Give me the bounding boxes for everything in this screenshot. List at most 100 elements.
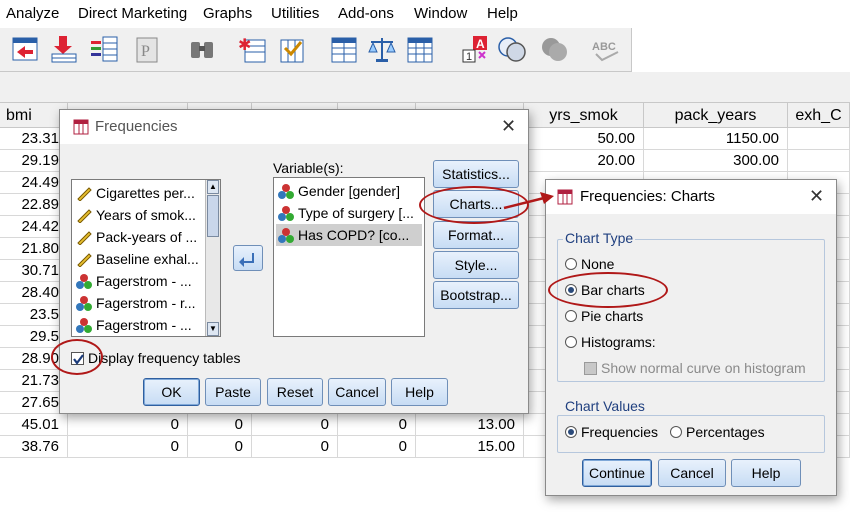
- table-cell[interactable]: 23.5: [0, 304, 68, 326]
- radio-icon: [565, 258, 577, 270]
- table-cell[interactable]: 24.42: [0, 216, 68, 238]
- table-cell[interactable]: 0: [338, 414, 416, 436]
- table-cell[interactable]: 50.00: [524, 128, 644, 150]
- table-cell[interactable]: 28.40: [0, 282, 68, 304]
- help-button[interactable]: Help: [391, 378, 448, 406]
- menu-direct-marketing[interactable]: Direct Marketing: [78, 5, 187, 22]
- table-cell[interactable]: 29.19: [0, 150, 68, 172]
- show-all-variables-icon[interactable]: [538, 33, 570, 65]
- table-cell[interactable]: 21.73: [0, 370, 68, 392]
- table-cell[interactable]: 0: [68, 414, 188, 436]
- value-labels-icon[interactable]: A1: [460, 33, 492, 65]
- column-header[interactable]: yrs_smok: [524, 102, 644, 128]
- table-cell[interactable]: 20.00: [524, 150, 644, 172]
- column-header[interactable]: bmi: [0, 102, 68, 128]
- style-button[interactable]: Style...: [433, 251, 519, 279]
- list-item-selected[interactable]: Has COPD? [co...: [276, 224, 422, 246]
- table-cell[interactable]: [788, 128, 850, 150]
- close-icon[interactable]: ✕: [809, 186, 824, 207]
- list-item[interactable]: Type of surgery [...: [278, 202, 420, 224]
- help-button[interactable]: Help: [731, 459, 801, 487]
- source-variable-list[interactable]: Cigarettes per... Years of smok... Pack-…: [71, 179, 221, 337]
- list-item[interactable]: Fagerstrom - ...: [76, 270, 192, 292]
- variables-icon[interactable]: [88, 33, 120, 65]
- table-cell[interactable]: 1150.00: [644, 128, 788, 150]
- table-cell[interactable]: 13.00: [416, 414, 524, 436]
- table-cell[interactable]: 15.00: [416, 436, 524, 458]
- scroll-up-icon[interactable]: ▲: [207, 180, 219, 194]
- spelling-icon[interactable]: ABC: [590, 33, 622, 65]
- bootstrap-button[interactable]: Bootstrap...: [433, 281, 519, 309]
- table-cell[interactable]: 30.71: [0, 260, 68, 282]
- format-button[interactable]: Format...: [433, 221, 519, 249]
- table-cell[interactable]: 21.80: [0, 238, 68, 260]
- table-cell[interactable]: 0: [338, 436, 416, 458]
- insert-cases-icon[interactable]: ✱: [236, 33, 268, 65]
- normal-curve-checkbox[interactable]: Show normal curve on histogram: [584, 360, 806, 376]
- run-descriptives-icon[interactable]: P: [130, 33, 162, 65]
- goto-variable-icon[interactable]: [48, 33, 80, 65]
- selected-variable-list[interactable]: Gender [gender] Type of surgery [... Has…: [273, 177, 425, 337]
- continue-button[interactable]: Continue: [582, 459, 652, 487]
- menu-window[interactable]: Window: [414, 5, 467, 22]
- scroll-thumb[interactable]: [207, 195, 219, 237]
- cancel-button[interactable]: Cancel: [658, 459, 726, 487]
- list-item[interactable]: Baseline exhal...: [76, 248, 199, 270]
- radio-none[interactable]: None: [565, 256, 614, 272]
- select-cases-icon[interactable]: [404, 33, 436, 65]
- table-cell[interactable]: 0: [188, 436, 252, 458]
- table-cell[interactable]: 38.76: [0, 436, 68, 458]
- frequencies-dialog: Frequencies ✕ Cigarettes per... Years of…: [59, 109, 529, 414]
- list-item[interactable]: Fagerstrom - ...: [76, 314, 192, 336]
- column-header[interactable]: pack_years: [644, 102, 788, 128]
- table-cell[interactable]: 45.01: [0, 414, 68, 436]
- cancel-button[interactable]: Cancel: [328, 378, 386, 406]
- radio-pie-charts[interactable]: Pie charts: [565, 308, 643, 324]
- table-cell[interactable]: 0: [68, 436, 188, 458]
- table-cell[interactable]: 27.65: [0, 392, 68, 414]
- list-item[interactable]: Pack-years of ...: [76, 226, 197, 248]
- reset-button[interactable]: Reset: [267, 378, 323, 406]
- menu-help[interactable]: Help: [487, 5, 518, 22]
- table-cell[interactable]: 23.31: [0, 128, 68, 150]
- ok-button[interactable]: OK: [143, 378, 200, 406]
- table-cell[interactable]: 0: [252, 414, 338, 436]
- move-variable-button[interactable]: [233, 245, 263, 271]
- close-icon[interactable]: ✕: [501, 116, 516, 137]
- statistics-button[interactable]: Statistics...: [433, 160, 519, 188]
- toolbar-spacer: [0, 72, 850, 102]
- list-item[interactable]: Years of smok...: [76, 204, 196, 226]
- dialog-title: Frequencies: Charts: [580, 188, 716, 205]
- list-item[interactable]: Cigarettes per...: [76, 182, 195, 204]
- menu-analyze[interactable]: Analyze: [6, 5, 59, 22]
- insert-variable-icon[interactable]: [276, 33, 308, 65]
- radio-percentages[interactable]: Percentages: [670, 424, 765, 440]
- goto-case-icon[interactable]: [10, 33, 42, 65]
- table-cell[interactable]: 22.89: [0, 194, 68, 216]
- menu-addons[interactable]: Add-ons: [338, 5, 394, 22]
- table-cell[interactable]: [788, 150, 850, 172]
- list-item[interactable]: Fagerstrom - r...: [76, 292, 196, 314]
- table-cell[interactable]: 300.00: [644, 150, 788, 172]
- table-cell[interactable]: 0: [252, 436, 338, 458]
- table-cell[interactable]: 24.49: [0, 172, 68, 194]
- svg-text:ABC: ABC: [592, 41, 616, 53]
- nominal-icon: [76, 295, 92, 311]
- paste-button[interactable]: Paste: [205, 378, 261, 406]
- nominal-icon: [278, 183, 294, 199]
- spss-app-icon: [73, 119, 89, 138]
- menu-graphs[interactable]: Graphs: [203, 5, 252, 22]
- weight-cases-icon[interactable]: [366, 33, 398, 65]
- list-item[interactable]: Gender [gender]: [278, 180, 420, 202]
- scrollbar[interactable]: ▲ ▼: [205, 180, 220, 336]
- radio-histograms[interactable]: Histograms:: [565, 334, 656, 350]
- column-header[interactable]: exh_C: [788, 102, 850, 128]
- nominal-icon: [278, 227, 294, 243]
- scroll-down-icon[interactable]: ▼: [207, 322, 219, 336]
- menu-utilities[interactable]: Utilities: [271, 5, 319, 22]
- use-sets-icon[interactable]: [496, 33, 528, 65]
- radio-frequencies[interactable]: Frequencies: [565, 424, 658, 440]
- find-icon[interactable]: [186, 33, 218, 65]
- table-cell[interactable]: 0: [188, 414, 252, 436]
- split-file-icon[interactable]: [328, 33, 360, 65]
